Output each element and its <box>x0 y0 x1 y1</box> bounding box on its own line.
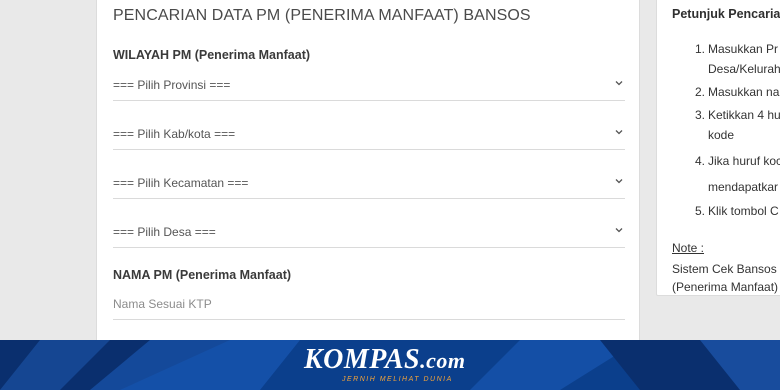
instructions-card: Petunjuk Pencarian 1. Masukkan Pr Desa/K… <box>656 0 780 296</box>
provinsi-select[interactable]: === Pilih Provinsi === <box>113 71 625 101</box>
desa-select-value: === Pilih Desa === <box>113 225 216 239</box>
note-text: Sistem Cek Bansos <box>672 262 777 276</box>
kabkota-select-value: === Pilih Kab/kota === <box>113 127 236 141</box>
nama-input-placeholder: Nama Sesuai KTP <box>113 297 212 311</box>
step-text: Desa/Kelurah <box>708 62 780 76</box>
step-text: Masukkan Pr <box>708 42 779 56</box>
chevron-down-icon <box>615 228 623 233</box>
step-text: Jika huruf koc <box>708 154 780 168</box>
step-text: Ketikkan 4 hu <box>708 108 780 122</box>
step-number: 1. <box>695 42 706 56</box>
chevron-down-icon <box>615 81 623 86</box>
step-number: 5. <box>695 204 706 218</box>
kabkota-select[interactable]: === Pilih Kab/kota === <box>113 120 625 150</box>
note-label: Note : <box>672 241 705 255</box>
logo-wordmark: KOMPAS.com <box>304 344 465 376</box>
kompas-logo[interactable]: KOMPAS.com JERNIH MELIHAT DUNIA <box>304 344 484 388</box>
logo-brand: KOMPAS <box>304 344 421 375</box>
provinsi-select-value: === Pilih Provinsi === <box>113 78 231 92</box>
step-text: mendapatkar <box>708 180 779 194</box>
logo-tagline: JERNIH MELIHAT DUNIA <box>342 376 453 383</box>
kecamatan-select[interactable]: === Pilih Kecamatan === <box>113 169 625 199</box>
step-number: 2. <box>695 85 706 99</box>
kecamatan-select-value: === Pilih Kecamatan === <box>113 176 249 190</box>
nama-input[interactable]: Nama Sesuai KTP <box>113 286 625 320</box>
search-form-card: PENCARIAN DATA PM (PENERIMA MANFAAT) BAN… <box>96 0 640 342</box>
desa-select[interactable]: === Pilih Desa === <box>113 218 625 248</box>
form-title: PENCARIAN DATA PM (PENERIMA MANFAAT) BAN… <box>113 7 531 24</box>
step-text: Masukkan na <box>708 85 780 99</box>
step-number: 4. <box>695 154 706 168</box>
step-number: 3. <box>695 108 706 122</box>
nama-section-label: NAMA PM (Penerima Manfaat) <box>113 268 292 282</box>
note-text: (Penerima Manfaat) <box>672 280 779 294</box>
kompas-banner: KOMPAS.com JERNIH MELIHAT DUNIA <box>0 340 780 390</box>
step-text: kode <box>708 128 735 142</box>
chevron-down-icon <box>615 179 623 184</box>
step-text: Klik tombol C <box>708 204 779 218</box>
chevron-down-icon <box>615 130 623 135</box>
logo-tld: .com <box>420 348 466 373</box>
wilayah-section-label: WILAYAH PM (Penerima Manfaat) <box>113 48 311 62</box>
instructions-title: Petunjuk Pencarian <box>672 7 780 21</box>
